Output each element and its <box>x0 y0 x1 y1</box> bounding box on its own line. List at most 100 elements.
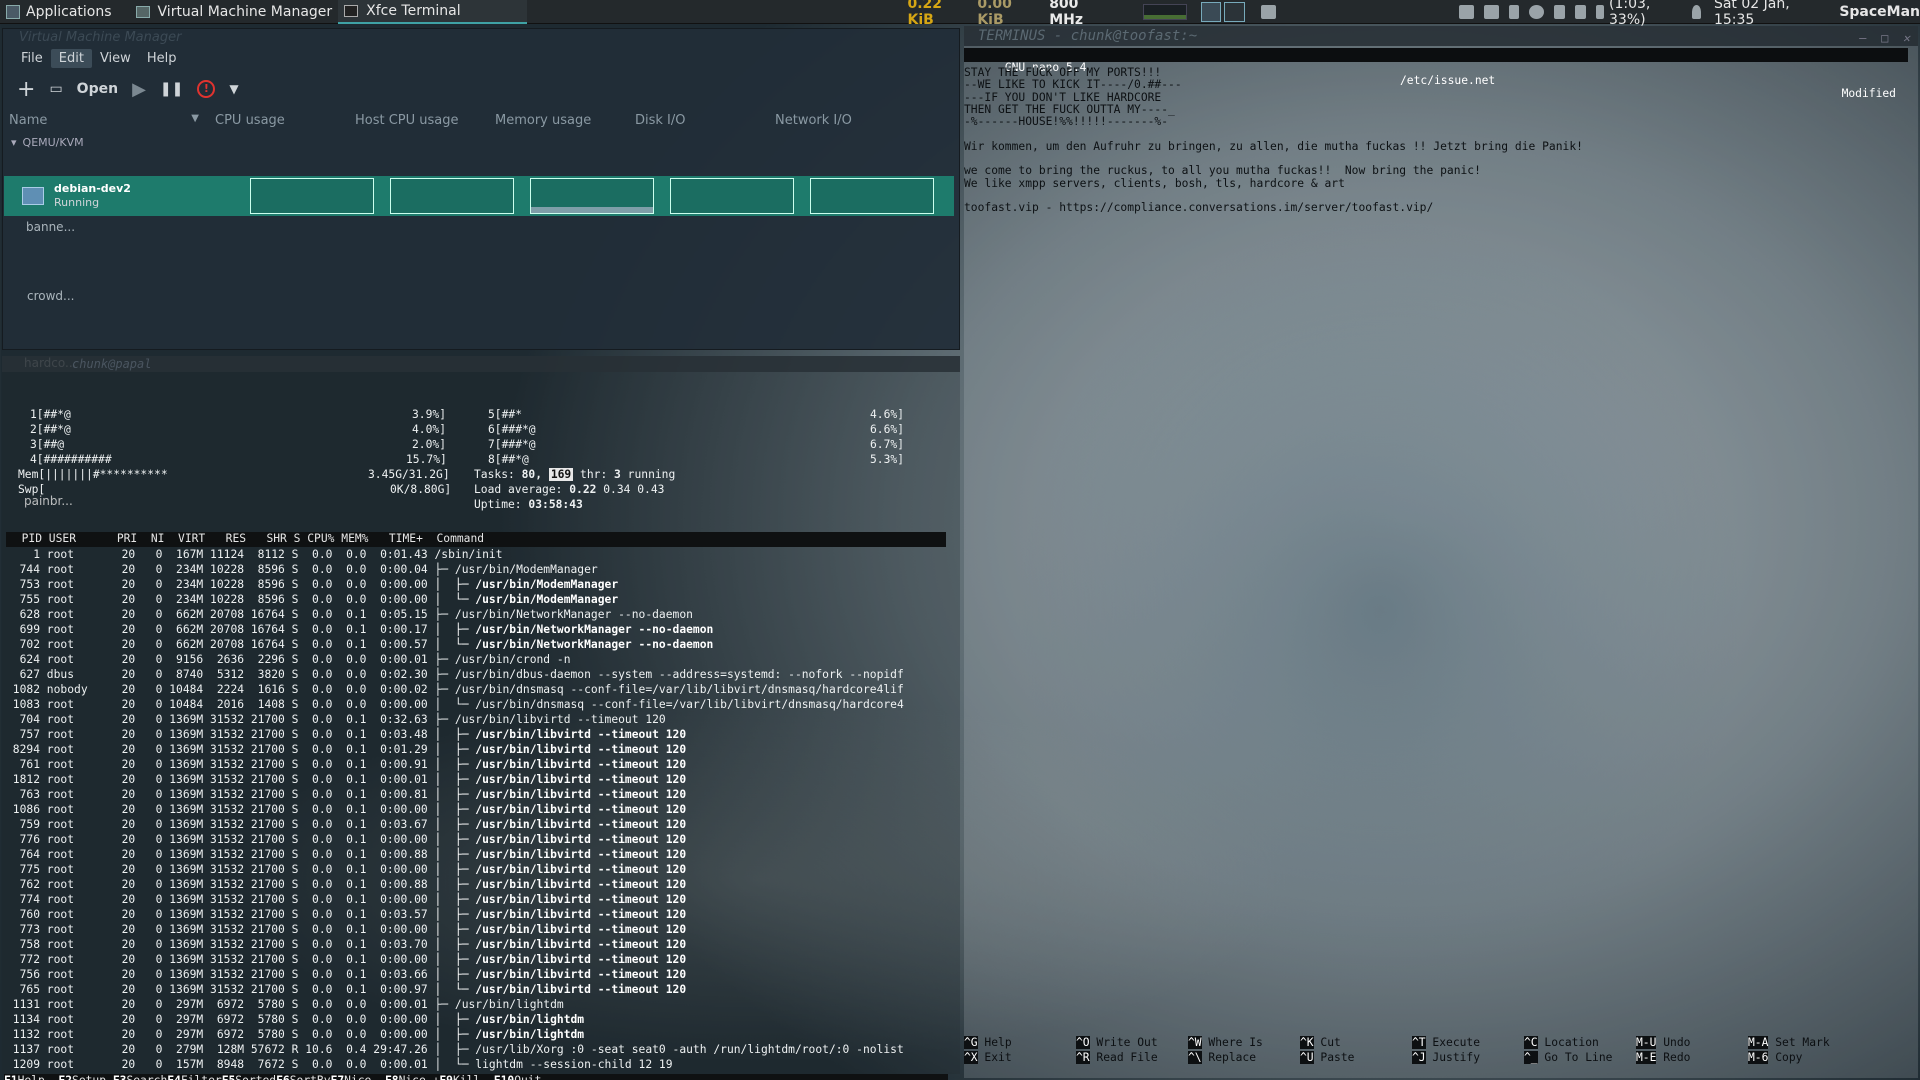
process-row[interactable]: 756 root 20 0 1369M 31532 21700 S 0.0 0.… <box>6 968 687 983</box>
process-row[interactable]: 704 root 20 0 1369M 31532 21700 S 0.0 0.… <box>6 713 666 728</box>
process-row[interactable]: 761 root 20 0 1369M 31532 21700 S 0.0 0.… <box>6 758 687 773</box>
nano-shortcut[interactable]: ^R Read File <box>1076 1051 1158 1064</box>
editor-line[interactable]: We like xmpp servers, clients, bosh, tls… <box>964 177 1345 190</box>
bell-icon[interactable] <box>1691 4 1701 19</box>
editor-line[interactable]: THEN GET THE FUCK OUTTA MY----_ <box>964 103 1175 116</box>
nano-shortcut[interactable]: ^U Paste <box>1300 1051 1354 1064</box>
desktop-icon-label[interactable]: banne... <box>26 220 75 234</box>
process-row[interactable]: 1082 nobody 20 0 10484 2224 1616 S 0.0 0… <box>6 683 904 698</box>
pause-icon[interactable]: ❚❚ <box>160 81 183 97</box>
process-row[interactable]: 753 root 20 0 234M 10228 8596 S 0.0 0.0 … <box>6 578 619 593</box>
process-table-header[interactable]: PID USER PRI NI VIRT RES SHR S CPU% MEM%… <box>6 532 946 547</box>
vm-row[interactable]: debian-dev2 Running <box>4 176 954 216</box>
process-row[interactable]: 1086 root 20 0 1369M 31532 21700 S 0.0 0… <box>6 803 686 818</box>
process-row[interactable]: 760 root 20 0 1369M 31532 21700 S 0.0 0.… <box>6 908 687 923</box>
task-terminal[interactable]: Xfce Terminal <box>338 0 528 24</box>
workspace-1[interactable] <box>1200 1 1222 22</box>
process-row[interactable]: 757 root 20 0 1369M 31532 21700 S 0.0 0.… <box>6 728 687 743</box>
fkey-4[interactable]: F5Sorted <box>222 1074 276 1080</box>
nano-shortcut[interactable]: ^W Where Is <box>1188 1036 1263 1049</box>
minimize-icon[interactable]: – <box>1859 31 1866 45</box>
editor-line[interactable]: toofast.vip - https://compliance.convers… <box>964 201 1433 214</box>
editor-line[interactable]: STAY THE FUCK OFF MY PORTS!!! <box>964 66 1161 79</box>
col-memory[interactable]: Memory usage <box>489 113 629 128</box>
process-row[interactable]: 755 root 20 0 234M 10228 8596 S 0.0 0.0 … <box>6 593 619 608</box>
workspace-2[interactable] <box>1224 1 1246 22</box>
col-name[interactable]: Name ▼ <box>3 113 209 128</box>
process-row[interactable]: 774 root 20 0 1369M 31532 21700 S 0.0 0.… <box>6 893 687 908</box>
col-host-cpu[interactable]: Host CPU usage <box>349 113 489 128</box>
process-row[interactable]: 764 root 20 0 1369M 31532 21700 S 0.0 0.… <box>6 848 687 863</box>
nano-shortcut[interactable]: ^_ Go To Line <box>1524 1051 1612 1064</box>
process-row[interactable]: 628 root 20 0 662M 20708 16764 S 0.0 0.1… <box>6 608 693 623</box>
process-row[interactable]: 744 root 20 0 234M 10228 8596 S 0.0 0.0 … <box>6 563 598 578</box>
fkey-8[interactable]: F9Kill <box>439 1074 493 1080</box>
play-icon[interactable]: ▶ <box>132 79 146 100</box>
editor-line[interactable]: -%------HOUSE!%%!!!!!-------%- <box>964 115 1168 128</box>
nano-shortcut[interactable]: ^K Cut <box>1300 1036 1341 1049</box>
process-row[interactable]: 758 root 20 0 1369M 31532 21700 S 0.0 0.… <box>6 938 687 953</box>
editor-line[interactable]: Wir kommen, um den Aufruhr zu bringen, z… <box>964 140 1583 153</box>
fkey-6[interactable]: F7Nice - <box>331 1074 385 1080</box>
display-icon[interactable] <box>1261 4 1277 19</box>
volume-icon[interactable] <box>1575 4 1587 19</box>
col-cpu[interactable]: CPU usage <box>209 113 349 128</box>
process-row[interactable]: 773 root 20 0 1369M 31532 21700 S 0.0 0.… <box>6 923 687 938</box>
nano-shortcut[interactable]: ^X Exit <box>964 1051 1012 1064</box>
process-row[interactable]: 702 root 20 0 662M 20708 16764 S 0.0 0.1… <box>6 638 714 653</box>
fkey-2[interactable]: F3Search <box>113 1074 167 1080</box>
fkey-0[interactable]: F1Help <box>4 1074 58 1080</box>
process-row[interactable]: 1812 root 20 0 1369M 31532 21700 S 0.0 0… <box>6 773 686 788</box>
process-row[interactable]: 759 root 20 0 1369M 31532 21700 S 0.0 0.… <box>6 818 687 833</box>
process-row[interactable]: 8294 root 20 0 1369M 31532 21700 S 0.0 0… <box>6 743 686 758</box>
editor-line[interactable]: ---IF YOU DON'T LIKE HARDCORE <box>964 91 1161 104</box>
process-row[interactable]: 772 root 20 0 1369M 31532 21700 S 0.0 0.… <box>6 953 687 968</box>
fkey-1[interactable]: F2Setup <box>58 1074 112 1080</box>
process-row[interactable]: 627 dbus 20 0 8740 5312 3820 S 0.0 0.0 0… <box>6 668 904 683</box>
nano-shortcut[interactable]: ^T Execute <box>1412 1036 1480 1049</box>
clip-icon[interactable] <box>1509 4 1519 19</box>
process-row[interactable]: 765 root 20 0 1369M 31532 21700 S 0.0 0.… <box>6 983 687 998</box>
process-row[interactable]: 1209 root 20 0 157M 8948 7672 S 0.0 0.0 … <box>6 1058 673 1073</box>
nano-shortcut[interactable]: M-E Redo <box>1636 1051 1690 1064</box>
editor-line[interactable]: --WE LIKE TO KICK IT----/0.##--- <box>964 78 1182 91</box>
menu-file[interactable]: File <box>13 49 51 68</box>
battery-icon[interactable] <box>1596 4 1604 19</box>
close-icon[interactable]: ✕ <box>1903 31 1910 45</box>
nano-shortcut[interactable]: ^\ Replace <box>1188 1051 1256 1064</box>
mail-icon[interactable] <box>1484 4 1500 19</box>
menu-help[interactable]: Help <box>139 49 185 68</box>
process-row[interactable]: 762 root 20 0 1369M 31532 21700 S 0.0 0.… <box>6 878 687 893</box>
nano-shortcut[interactable]: ^C Location <box>1524 1036 1599 1049</box>
desktop-icon-label[interactable]: crowd... <box>27 289 74 303</box>
process-row[interactable]: 776 root 20 0 1369M 31532 21700 S 0.0 0.… <box>6 833 687 848</box>
user-label[interactable]: SpaceMan <box>1839 4 1920 20</box>
group-qemu[interactable]: ▾ QEMU/KVM <box>3 131 959 153</box>
fkey-5[interactable]: F6SortBy <box>276 1074 330 1080</box>
editor-line[interactable]: we come to bring the ruckus, to all you … <box>964 164 1481 177</box>
fkey-7[interactable]: F8Nice + <box>385 1074 439 1080</box>
shield-icon[interactable] <box>1553 4 1566 19</box>
task-vmm[interactable]: Virtual Machine Manager <box>130 0 339 24</box>
process-row[interactable]: 1 root 20 0 167M 11124 8112 S 0.0 0.0 0:… <box>6 548 502 563</box>
open-button[interactable]: Open <box>77 81 118 97</box>
nano-shortcut[interactable]: ^O Write Out <box>1076 1036 1158 1049</box>
col-disk[interactable]: Disk I/O <box>629 113 769 128</box>
nano-shortcut[interactable]: M-U Undo <box>1636 1036 1690 1049</box>
process-row[interactable]: 1137 root 20 0 279M 128M 57672 R 10.6 0.… <box>6 1043 904 1058</box>
col-network[interactable]: Network I/O <box>769 113 909 128</box>
process-row[interactable]: 699 root 20 0 662M 20708 16764 S 0.0 0.1… <box>6 623 714 638</box>
process-row[interactable]: 763 root 20 0 1369M 31532 21700 S 0.0 0.… <box>6 788 687 803</box>
nano-shortcut[interactable]: ^J Justify <box>1412 1051 1480 1064</box>
nano-shortcut[interactable]: ^G Help <box>964 1036 1012 1049</box>
chevron-down-icon[interactable]: ▼ <box>229 82 238 96</box>
maximize-icon[interactable]: □ <box>1881 31 1888 45</box>
process-row[interactable]: 624 root 20 0 9156 2636 2296 S 0.0 0.0 0… <box>6 653 571 668</box>
fkey-9[interactable]: F10Quit <box>494 1074 542 1080</box>
process-row[interactable]: 1083 root 20 0 10484 2016 1408 S 0.0 0.0… <box>6 698 904 713</box>
clock[interactable]: Sat 02 Jan, 15:35 <box>1714 0 1827 28</box>
process-row[interactable]: 1131 root 20 0 297M 6972 5780 S 0.0 0.0 … <box>6 998 564 1013</box>
shutdown-icon[interactable]: ! <box>197 80 216 98</box>
process-row[interactable]: 1132 root 20 0 297M 6972 5780 S 0.0 0.0 … <box>6 1028 584 1043</box>
nano-shortcut[interactable]: M-A Set Mark <box>1748 1036 1830 1049</box>
